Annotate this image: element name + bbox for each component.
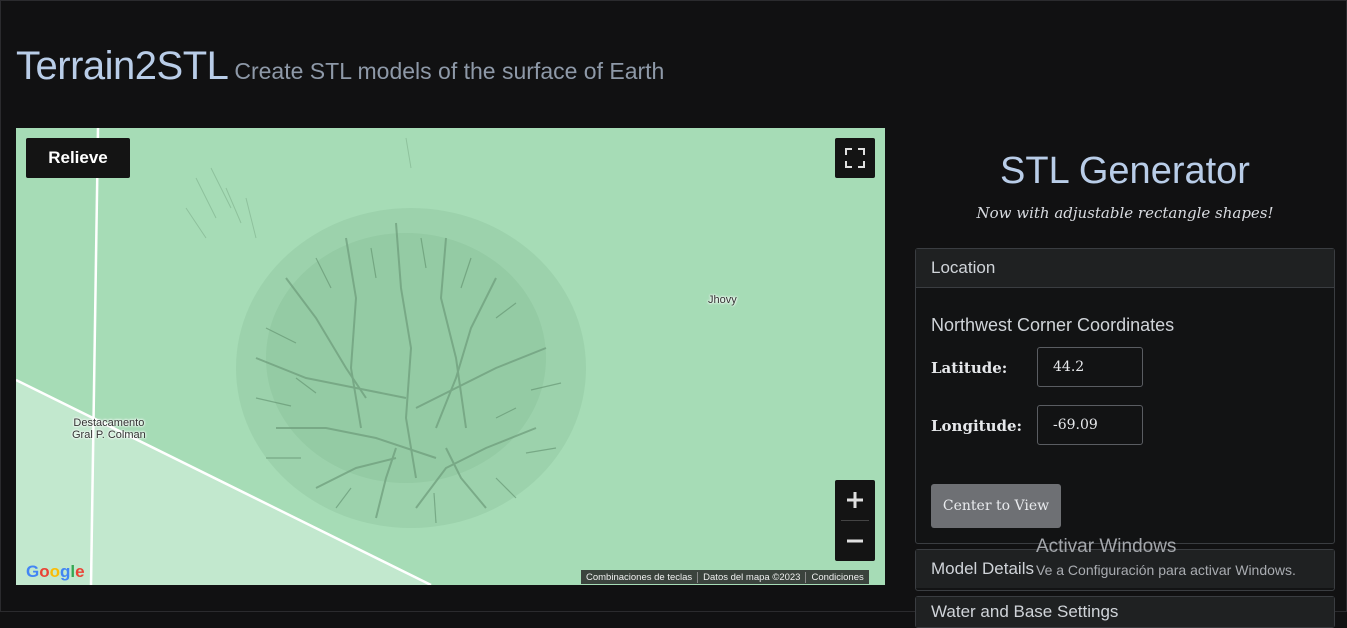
- map-label-line1: Destacamento: [73, 417, 145, 429]
- minus-icon: [847, 539, 863, 543]
- map-attribution: Combinaciones de teclas Datos del mapa ©…: [581, 570, 869, 584]
- map-label-jhovy: Jhovy: [708, 294, 737, 306]
- latitude-input[interactable]: 44.2: [1037, 347, 1143, 387]
- zoom-out-button[interactable]: [835, 521, 875, 561]
- map-label-line2: Gral P. Colman: [72, 429, 146, 441]
- map-type-button[interactable]: Relieve: [26, 138, 130, 178]
- plus-icon: [847, 492, 863, 508]
- map-view[interactable]: Relieve Jhovy Destacamento Gral P. Colma…: [16, 128, 885, 585]
- terrain-relief-map[interactable]: [16, 128, 885, 585]
- watermark-message: Ve a Configuración para activar Windows.: [1036, 562, 1296, 578]
- water-base-heading[interactable]: Water and Base Settings: [916, 597, 1334, 627]
- location-card: Location Northwest Corner Coordinates La…: [915, 248, 1335, 544]
- windows-activation-watermark: Activar Windows Ve a Configuración para …: [1036, 536, 1296, 578]
- map-data-text: Datos del mapa ©2023: [698, 571, 807, 583]
- mountain-relief: [185, 137, 586, 528]
- generator-subtitle: Now with adjustable rectangle shapes!: [976, 204, 1274, 222]
- water-base-card: Water and Base Settings: [915, 596, 1335, 628]
- google-logo[interactable]: Google: [26, 562, 85, 582]
- zoom-controls: [835, 480, 875, 561]
- site-tagline: Create STL models of the surface of Eart…: [234, 58, 665, 84]
- longitude-input[interactable]: -69.09: [1037, 405, 1143, 445]
- zoom-in-button[interactable]: [835, 480, 875, 520]
- keyboard-shortcuts-link[interactable]: Combinaciones de teclas: [581, 571, 699, 583]
- map-label-destacamento: Destacamento Gral P. Colman: [72, 417, 146, 441]
- longitude-label: Longitude:: [931, 417, 1023, 435]
- generator-title: STL Generator: [1000, 150, 1250, 192]
- site-title[interactable]: Terrain2STL: [16, 44, 229, 88]
- watermark-title: Activar Windows: [1036, 536, 1177, 557]
- latitude-label: Latitude:: [931, 359, 1008, 377]
- center-to-view-button[interactable]: Center to View: [931, 484, 1061, 528]
- page-header: Terrain2STL Create STL models of the surf…: [16, 44, 664, 89]
- fullscreen-button[interactable]: [835, 138, 875, 178]
- nw-corner-heading: Northwest Corner Coordinates: [931, 315, 1175, 335]
- fullscreen-icon: [845, 148, 865, 168]
- terms-link[interactable]: Condiciones: [806, 572, 868, 583]
- location-heading[interactable]: Location: [916, 249, 1334, 288]
